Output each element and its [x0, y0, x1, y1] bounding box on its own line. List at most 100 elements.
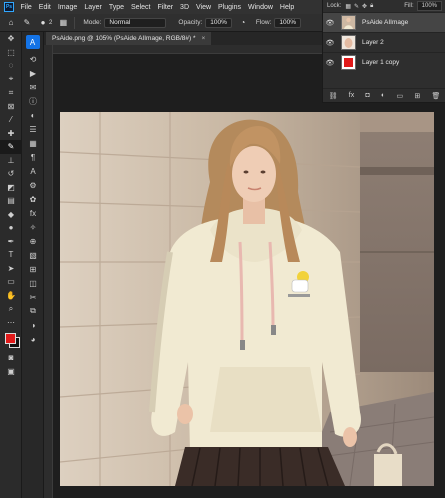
channels-panel-icon[interactable]: ▧ — [22, 248, 44, 262]
brush-settings-icon[interactable]: ▦ — [58, 18, 68, 28]
healing-brush-tool-icon[interactable]: ✚ — [0, 127, 22, 141]
move-tool-icon[interactable]: ✥ — [0, 32, 22, 46]
flow-value: 100% — [279, 19, 297, 26]
pressure-opacity-icon[interactable]: ◔ — [238, 18, 248, 28]
portrait-photo — [60, 112, 434, 486]
mode-value: Normal — [109, 19, 131, 26]
mode-label: Mode: — [83, 19, 102, 26]
menu-layer[interactable]: Layer — [81, 4, 106, 11]
layer-row[interactable]: 👁︎ Layer 2 — [323, 32, 445, 52]
glyphs-panel-icon[interactable]: fx — [22, 206, 44, 220]
menu-type[interactable]: Type — [105, 4, 127, 11]
document-image[interactable] — [60, 112, 434, 486]
zoom-tool-icon[interactable]: ⌕ — [0, 302, 22, 316]
lock-transparency-icon[interactable]: ▦ — [345, 3, 351, 10]
layer-row[interactable]: 👁︎ Layer 1 copy — [323, 52, 445, 72]
menu-view[interactable]: View — [193, 4, 215, 11]
navigator-panel-icon[interactable]: ⊕ — [22, 234, 44, 248]
brush-preset-icon[interactable]: ✎ — [22, 18, 32, 28]
visibility-eye-icon[interactable]: 👁︎ — [323, 59, 337, 67]
info-panel-icon[interactable]: ⓘ — [22, 94, 44, 108]
blur-tool-icon[interactable]: ◆ — [0, 208, 22, 222]
properties-panel-icon[interactable]: ⚙ — [22, 178, 44, 192]
link-layers-icon[interactable]: ⛓ — [329, 92, 338, 100]
fill-label: Fill: — [404, 3, 414, 9]
path-select-tool-icon[interactable]: ➤ — [0, 262, 22, 276]
new-layer-icon[interactable]: ⊞ — [414, 92, 420, 100]
foreground-color-swatch[interactable] — [5, 333, 16, 344]
clone-stamp-tool-icon[interactable]: ⊥ — [0, 154, 22, 168]
object-select-tool-icon[interactable]: ⌖ — [0, 73, 22, 87]
ai-plugin-icon[interactable]: A — [25, 35, 40, 49]
paths-panel-icon[interactable]: ✧ — [22, 220, 44, 234]
history-brush-tool-icon[interactable]: ↺ — [0, 167, 22, 181]
screen-mode-icon[interactable]: ▣ — [0, 365, 22, 379]
layer-name: Layer 2 — [362, 39, 384, 46]
brush-tool-icon[interactable]: ✎ — [0, 140, 22, 154]
gradient-tool-icon[interactable]: ▤ — [0, 194, 22, 208]
adjustments-panel-icon[interactable]: ◐ — [22, 108, 44, 122]
history-panel-icon[interactable]: ⟲ — [22, 52, 44, 66]
patterns-panel-icon[interactable]: ⊞ — [22, 262, 44, 276]
menu-help[interactable]: Help — [276, 4, 297, 11]
layer-row[interactable]: 👁︎ PsAide AIImage — [323, 12, 445, 32]
brush-size-icon[interactable]: ● — [38, 18, 48, 28]
swatches-panel-icon[interactable]: ▦ — [22, 136, 44, 150]
add-mask-icon[interactable]: ◘ — [365, 92, 369, 99]
styles-panel-icon[interactable]: ◑ — [22, 318, 44, 332]
comments-panel-icon[interactable]: ✉ — [22, 80, 44, 94]
visibility-eye-icon[interactable]: 👁︎ — [323, 19, 337, 27]
menu-filter[interactable]: Filter — [154, 4, 177, 11]
lock-position-icon[interactable]: ✥ — [362, 3, 367, 10]
close-icon[interactable]: × — [202, 35, 206, 42]
shapes-panel-icon[interactable]: ✿ — [22, 192, 44, 206]
clone-source-panel-icon[interactable]: ⧉ — [22, 304, 44, 318]
fill-field[interactable]: 100% — [416, 1, 442, 11]
lock-all-icon[interactable]: 🔒︎ — [370, 3, 373, 10]
libraries-panel-icon[interactable]: ☰ — [22, 122, 44, 136]
menu-image[interactable]: Image — [54, 4, 80, 11]
new-group-icon[interactable]: ▭ — [396, 92, 403, 100]
eraser-tool-icon[interactable]: ◩ — [0, 181, 22, 195]
more-tools-icon[interactable]: ⋯ — [0, 316, 22, 330]
menu-select[interactable]: Select — [128, 4, 154, 11]
lasso-tool-icon[interactable]: ◌ — [0, 59, 22, 73]
type-tool-icon[interactable]: T — [0, 248, 22, 262]
dodge-tool-icon[interactable]: ● — [0, 221, 22, 235]
opacity-label: Opacity: — [178, 19, 203, 26]
rectangle-tool-icon[interactable]: ▭ — [0, 275, 22, 289]
actions-panel-icon[interactable]: ▶ — [22, 66, 44, 80]
menu-edit[interactable]: Edit — [35, 4, 54, 11]
character-panel-icon[interactable]: A — [22, 164, 44, 178]
adjustment-layer-icon[interactable]: ◐ — [381, 92, 385, 99]
visibility-eye-icon[interactable]: 👁︎ — [323, 39, 337, 47]
vertical-ruler — [44, 45, 53, 498]
hand-tool-icon[interactable]: ✋ — [0, 289, 22, 303]
menu-plugins[interactable]: Plugins — [215, 4, 245, 11]
crop-tool-icon[interactable]: ⌗ — [0, 86, 22, 100]
frame-tool-icon[interactable]: ⊠ — [0, 100, 22, 114]
quick-mask-icon[interactable]: ◙ — [0, 351, 22, 365]
layer-style-fx-icon[interactable]: fx — [349, 92, 354, 99]
menu-file[interactable]: File — [17, 4, 35, 11]
opacity-field[interactable]: 100% — [205, 17, 232, 28]
menu-window[interactable]: Window — [245, 4, 277, 11]
mode-select[interactable]: Normal — [104, 17, 167, 28]
paragraph-panel-icon[interactable]: ¶ — [22, 150, 44, 164]
home-icon[interactable]: ⌂ — [6, 18, 16, 28]
brushes-panel-icon[interactable]: ✂ — [22, 290, 44, 304]
layer-name: PsAide AIImage — [362, 19, 409, 26]
fill-control: Fill: 100% — [404, 1, 442, 11]
layer-thumbnail — [341, 15, 356, 30]
pen-tool-icon[interactable]: ✒ — [0, 235, 22, 249]
document-tab[interactable]: PsAide.png @ 105% (PsAide AIImage, RGB/8… — [46, 32, 212, 45]
eyedropper-tool-icon[interactable]: ⁄ — [0, 113, 22, 127]
menu-3d[interactable]: 3D — [177, 4, 193, 11]
color-panel-icon[interactable]: ◕ — [22, 332, 44, 346]
gradients-panel-icon[interactable]: ◫ — [22, 276, 44, 290]
color-swatches[interactable] — [0, 329, 22, 351]
lock-pixels-icon[interactable]: ✎ — [354, 3, 359, 10]
delete-layer-icon[interactable]: 🗑︎ — [431, 92, 440, 100]
marquee-tool-icon[interactable]: ⬚ — [0, 46, 22, 60]
flow-field[interactable]: 100% — [274, 17, 302, 28]
